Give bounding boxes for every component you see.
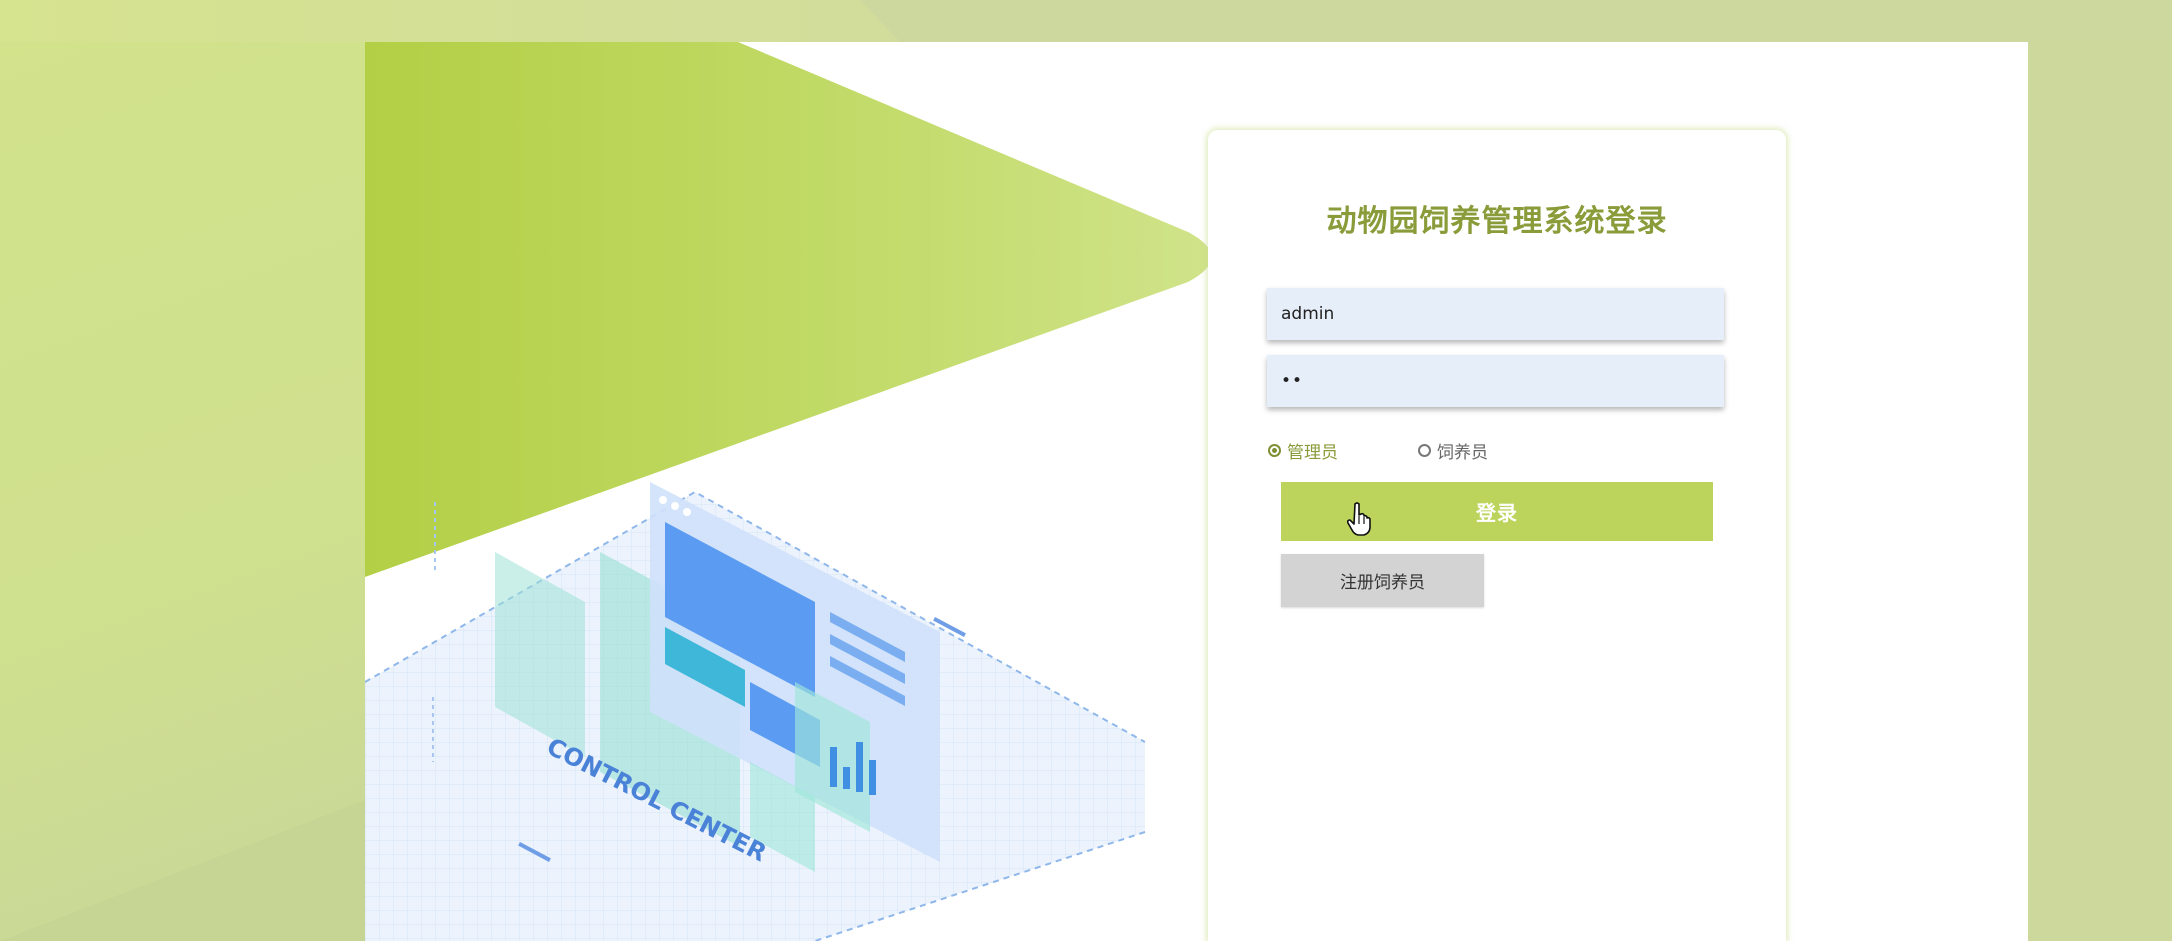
register-keeper-button[interactable]: 注册饲养员 [1281,554,1484,607]
hand-pointer-cursor-icon [1347,502,1371,536]
login-title: 动物园饲养管理系统登录 [1326,204,1668,239]
role-option-keeper[interactable]: 饲养员 [1418,438,1488,463]
login-card: 动物园饲养管理系统登录 管理员 饲养员 登录 注册饲养员 [1208,130,1786,941]
login-button[interactable]: 登录 [1281,482,1713,541]
green-triangle-shape [365,42,1212,577]
radio-unselected-icon[interactable] [1418,444,1431,457]
username-input[interactable] [1267,288,1724,340]
radio-selected-icon[interactable] [1268,444,1281,457]
role-selector: 管理员 饲养员 [1268,438,1728,463]
role-option-admin[interactable]: 管理员 [1268,438,1338,463]
role-keeper-label: 饲养员 [1437,443,1488,463]
password-input[interactable] [1267,355,1724,407]
role-admin-label: 管理员 [1287,443,1338,463]
